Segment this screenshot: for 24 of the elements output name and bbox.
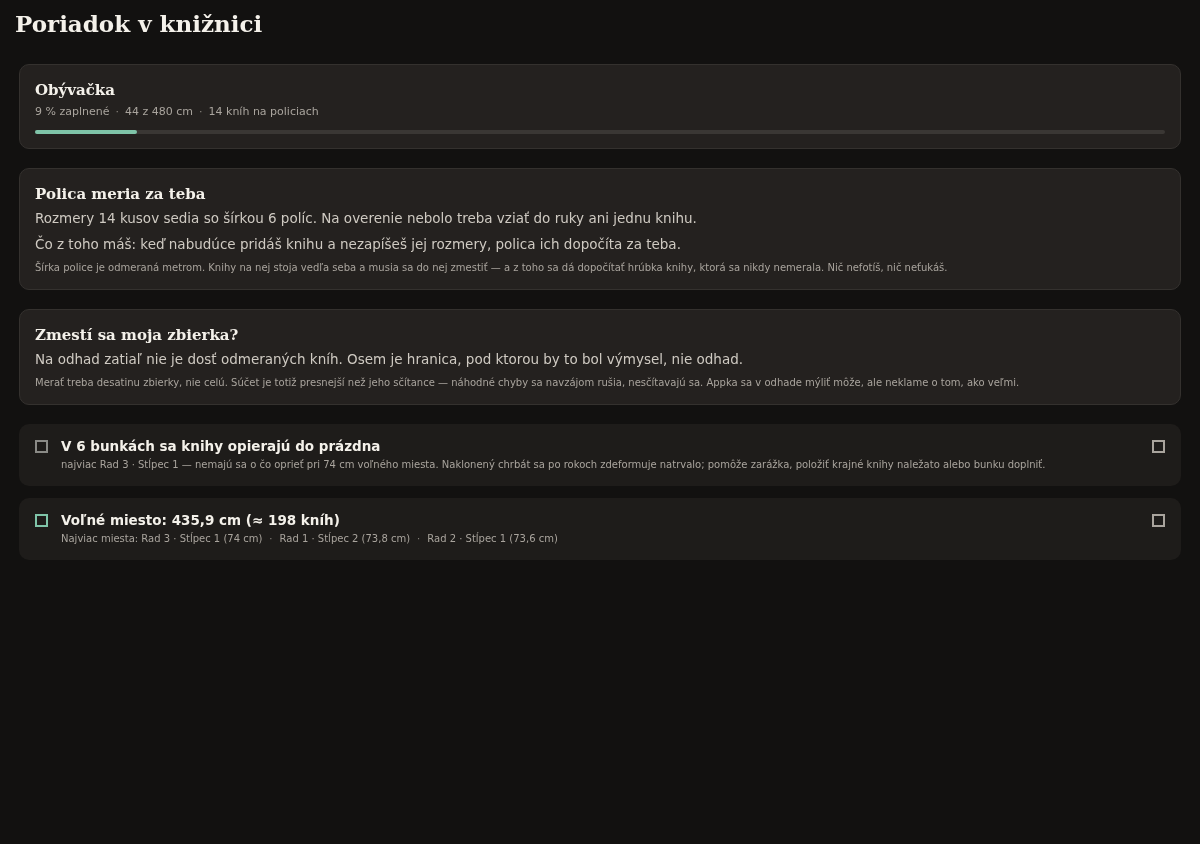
square-button[interactable] [1152, 514, 1165, 527]
stat-text: 14 kníh na policiach [208, 105, 319, 118]
separator-dot: · [199, 105, 203, 118]
separator-dot: · [269, 532, 273, 546]
card-text: Čo z toho máš: keď nabudúce pridáš knihu a nezapíšeš jej rozmery, polica ich dopočíta za teba. [35, 235, 682, 253]
notice-detail: Najviac miesta: Rad 3 · Stĺpec 1 (74 cm) [61, 532, 263, 546]
square-button[interactable] [1152, 440, 1165, 453]
card-heading: Zmestí sa moja zbierka? [35, 326, 240, 344]
notice-title: Voľné miesto: 435,9 cm (≈ 198 kníh) [61, 512, 341, 528]
separator-dot: · [417, 532, 421, 546]
stat-text: 9 % zaplnené [35, 105, 110, 118]
separator-dot: · [115, 105, 119, 118]
card-text: Rozmery 14 kusov sedia so šírkou 6 políc. Na overenie nebolo treba vziať do ruky ani jednu knihu. [35, 209, 698, 227]
card-heading: Polica meria za teba [35, 185, 207, 203]
stat-text: 44 z 480 cm [125, 105, 193, 118]
notice-detail: najviac Rad 3 · Stĺpec 1 — nemajú sa o čo oprieť pri 74 cm voľného miesta. Naklonený chrbát sa po rokoch zdeformuje natrvalo; pomôže zarážka, položiť krajné knihy naležato alebo bunku doplniť. [61, 458, 1046, 472]
page-title: Poriadok v knižnici [15, 10, 264, 37]
card-note: Šírka police je odmeraná metrom. Knihy na nej stoja vedľa seba a musia sa do nej zmestiť — a z toho sa dá dopočítať hrúbka knihy, ktorá sa nikdy nemerala. Nič nefotíš, nič neťukáš. [35, 261, 949, 275]
notice-title: V 6 bunkách sa knihy opierajú do prázdna [61, 438, 382, 454]
card-text: Na odhad zatiaľ nie je dosť odmeraných kníh. Osem je hranica, pod ktorou by to bol výmysel, nie odhad. [35, 350, 744, 368]
notice-detail: Rad 1 · Stĺpec 2 (73,8 cm) [279, 532, 411, 546]
notice-detail: Rad 2 · Stĺpec 1 (73,6 cm) [427, 532, 558, 546]
card-note: Merať treba desatinu zbierky, nie celú. Súčet je totiž presnejší než jeho sčítance — náhodné chyby sa navzájom rušia, nesčítavajú sa. Appka sa v odhade mýliť môže, ale neklame o tom, ako veľmi. [35, 376, 1021, 390]
room-name: Obývačka [35, 81, 116, 99]
